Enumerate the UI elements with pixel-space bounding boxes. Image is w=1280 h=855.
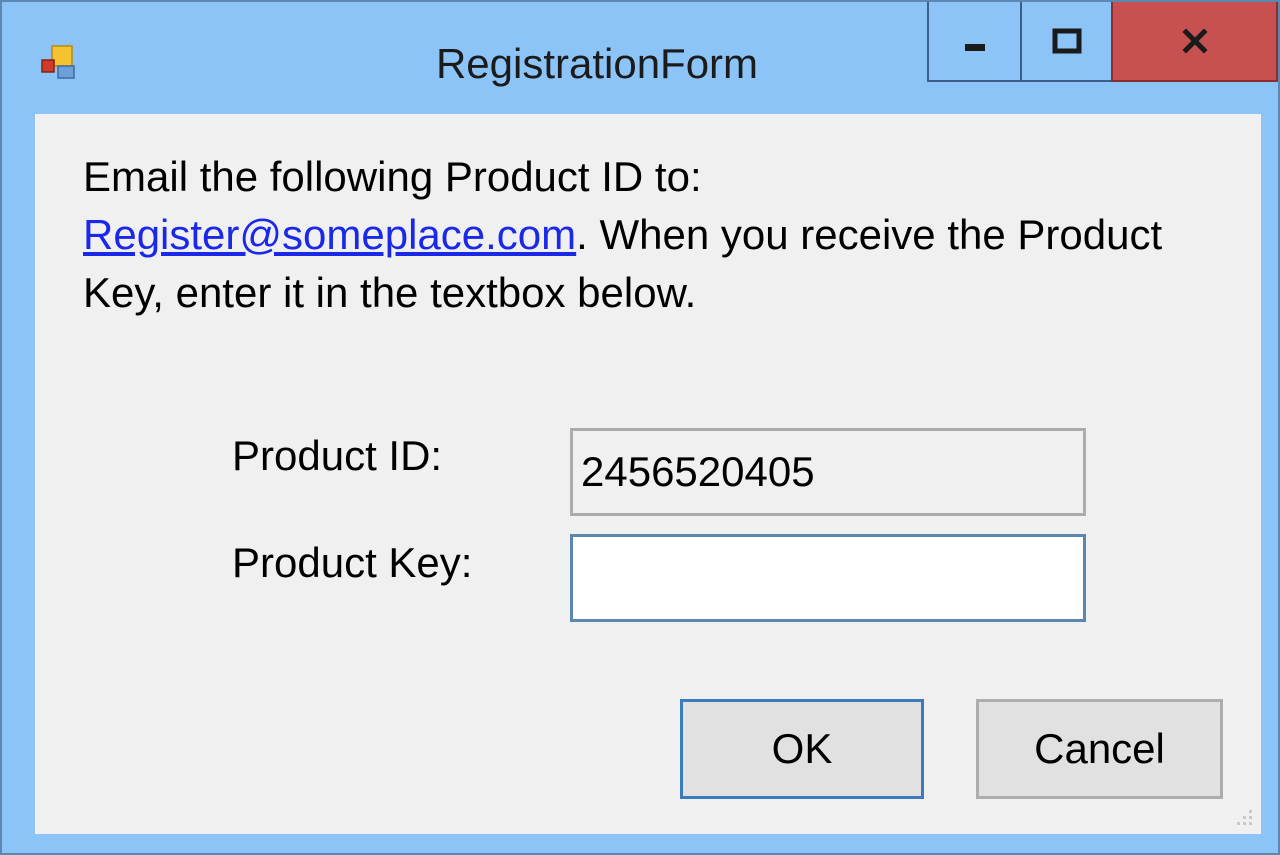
instructions-text: Email the following Product ID to: Regist…	[83, 148, 1233, 322]
product-key-label: Product Key:	[232, 539, 473, 586]
ok-button[interactable]: OK	[680, 699, 924, 799]
maximize-icon	[1052, 28, 1081, 54]
instructions-prefix: Email the following Product ID to:	[83, 153, 702, 200]
product-id-label: Product ID:	[232, 432, 443, 479]
caption-buttons	[927, 2, 1278, 86]
minimize-button[interactable]	[927, 2, 1021, 82]
app-icon	[41, 45, 75, 79]
window-title: RegistrationForm	[435, 40, 759, 87]
form-client-area: Email the following Product ID to: Regist…	[35, 114, 1261, 834]
minimize-icon	[964, 44, 985, 51]
product-id-field[interactable]	[570, 428, 1086, 516]
email-link[interactable]: Register@someplace.com	[83, 211, 576, 258]
registration-window: RegistrationForm Email the following Pro…	[0, 0, 1280, 855]
product-key-field[interactable]	[570, 534, 1086, 622]
cancel-button[interactable]: Cancel	[976, 699, 1223, 799]
resize-grip-icon[interactable]	[1231, 804, 1255, 828]
close-button[interactable]	[1111, 2, 1278, 82]
title-bar[interactable]: RegistrationForm	[2, 2, 1278, 112]
close-icon	[1181, 28, 1208, 54]
maximize-button[interactable]	[1021, 2, 1111, 82]
